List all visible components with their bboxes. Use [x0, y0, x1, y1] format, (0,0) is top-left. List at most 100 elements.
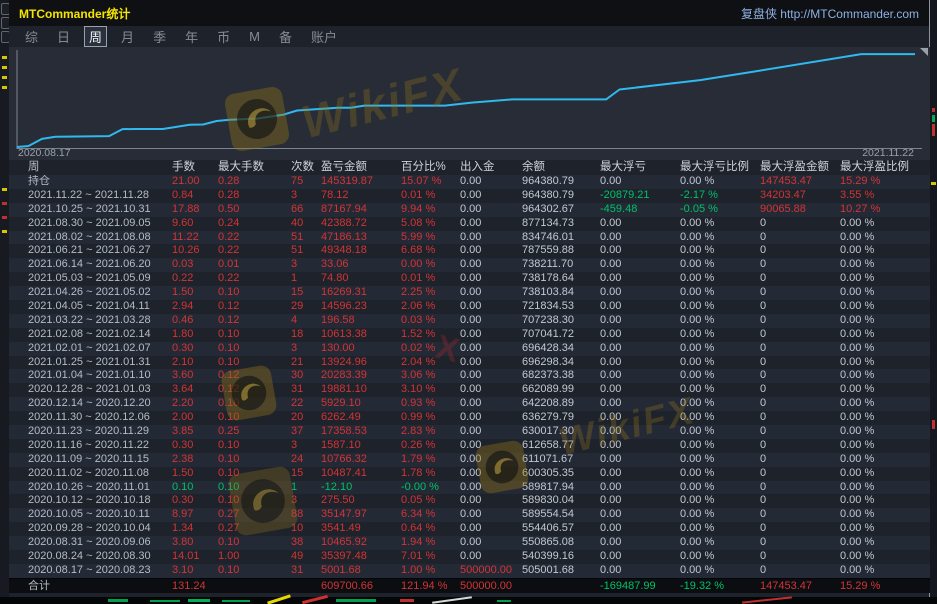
cell-max-float-loss-pct: 0.00 % — [680, 522, 760, 536]
cell-balance: 964380.79 — [522, 189, 600, 203]
screen: MTCommander统计 复盘侠 http://MTCommander.com… — [0, 0, 937, 604]
cell-period: 2021.01.04 ~ 2021.01.10 — [28, 369, 172, 383]
cell-percent: 2.25 % — [401, 286, 460, 300]
site-link[interactable]: 复盘侠 http://MTCommander.com — [741, 5, 919, 22]
cell-deposit: 0.00 — [460, 397, 522, 411]
cell-trades: 3 — [291, 342, 321, 356]
table-row[interactable]: 2020.11.16 ~ 2020.11.220.300.1031587.100… — [9, 439, 930, 453]
menu-item-m[interactable]: M — [244, 28, 265, 45]
cell-max-float-profit: 0 — [760, 328, 840, 342]
cell-deposit: 0.00 — [460, 231, 522, 245]
cell-pnl: 35147.97 — [321, 508, 401, 522]
cell-max-float-loss: 0.00 — [600, 286, 680, 300]
cell-max-float-profit: 0 — [760, 231, 840, 245]
cell-trades: 31 — [291, 564, 321, 578]
table-row[interactable]: 2020.11.30 ~ 2020.12.062.000.10206262.49… — [9, 411, 930, 425]
menu-item-currency[interactable]: 币 — [212, 26, 235, 47]
cell-max-float-profit-pct: 0.00 % — [840, 300, 922, 314]
menu-item-notes[interactable]: 备 — [274, 26, 297, 47]
menu-item-yearly[interactable]: 年 — [180, 26, 203, 47]
cell-pnl: 87167.94 — [321, 203, 401, 217]
table-row[interactable]: 2020.12.14 ~ 2020.12.202.200.10225929.10… — [9, 397, 930, 411]
cell-pnl: 33.06 — [321, 258, 401, 272]
cell-lots: 0.84 — [172, 189, 218, 203]
cell-lots: 2.94 — [172, 300, 218, 314]
cell-max-float-loss: 0.00 — [600, 397, 680, 411]
cell-percent: 1.00 % — [401, 564, 460, 578]
cell-max-float-loss: 0.00 — [600, 439, 680, 453]
table-row[interactable]: 2020.08.17 ~ 2020.08.233.100.10315001.68… — [9, 564, 930, 578]
table-row[interactable]: 持仓21.000.2875145319.8715.07 %0.00964380.… — [9, 175, 930, 189]
cell-balance: 589830.04 — [522, 494, 600, 508]
table-row[interactable]: 2020.10.05 ~ 2020.10.118.970.278835147.9… — [9, 508, 930, 522]
cell-lots: 131.24 — [172, 579, 218, 593]
cell-balance: 682373.38 — [522, 369, 600, 383]
cell-trades: 29 — [291, 300, 321, 314]
cell-max-float-loss: 0.00 — [600, 494, 680, 508]
cell-balance: 505001.68 — [522, 564, 600, 578]
cell-max-float-loss-pct: 0.00 % — [680, 231, 760, 245]
cell-period: 2021.01.25 ~ 2021.01.31 — [28, 356, 172, 370]
table-row[interactable]: 2020.09.28 ~ 2020.10.041.340.27103541.49… — [9, 522, 930, 536]
cell-max-lots: 0.50 — [218, 203, 291, 217]
menu-item-account[interactable]: 账户 — [306, 26, 342, 47]
cell-max-float-profit-pct: 0.00 % — [840, 564, 922, 578]
table-row[interactable]: 2021.01.04 ~ 2021.01.103.600.123020283.3… — [9, 369, 930, 383]
menu-item-weekly[interactable]: 周 — [84, 26, 107, 47]
cell-pnl: 19881.10 — [321, 383, 401, 397]
table-row[interactable]: 2021.03.22 ~ 2021.03.280.460.124196.580.… — [9, 314, 930, 328]
cell-percent: 0.26 % — [401, 439, 460, 453]
menu-item-summary[interactable]: 综 — [20, 26, 43, 47]
table-row[interactable]: 2020.12.28 ~ 2021.01.033.640.123119881.1… — [9, 383, 930, 397]
table-row[interactable]: 2020.11.02 ~ 2020.11.081.500.101510487.4… — [9, 467, 930, 481]
cell-balance: 630017.30 — [522, 425, 600, 439]
cell-balance: 834746.01 — [522, 231, 600, 245]
cell-deposit: 0.00 — [460, 175, 522, 189]
table-row[interactable]: 2021.04.05 ~ 2021.04.112.940.122914596.2… — [9, 300, 930, 314]
cell-max-float-loss-pct: 0.00 % — [680, 300, 760, 314]
table-row[interactable]: 2021.08.02 ~ 2021.08.0811.220.225147186.… — [9, 231, 930, 245]
cell-max-float-profit-pct: 0.00 % — [840, 342, 922, 356]
table-row[interactable]: 2021.10.25 ~ 2021.10.3117.880.506687167.… — [9, 203, 930, 217]
table-row[interactable]: 2020.11.23 ~ 2020.11.293.850.253717358.5… — [9, 425, 930, 439]
cell-max-float-loss: 0.00 — [600, 411, 680, 425]
table-row[interactable]: 2020.11.09 ~ 2020.11.152.380.102410766.3… — [9, 453, 930, 467]
background-fragment — [2, 188, 7, 191]
table-row[interactable]: 2021.08.30 ~ 2021.09.059.600.244042388.7… — [9, 217, 930, 231]
cell-deposit: 0.00 — [460, 550, 522, 564]
cell-trades: 3 — [291, 258, 321, 272]
cell-balance: 787559.88 — [522, 244, 600, 258]
background-fragment — [150, 600, 180, 602]
table-row[interactable]: 2021.02.08 ~ 2021.02.141.800.101810613.3… — [9, 328, 930, 342]
cell-max-float-profit-pct: 0.00 % — [840, 231, 922, 245]
table-row[interactable]: 2021.06.14 ~ 2021.06.200.030.01333.060.0… — [9, 258, 930, 272]
scroll-arrow-icon[interactable] — [920, 48, 928, 56]
table-row[interactable]: 2020.10.12 ~ 2020.10.180.300.103275.500.… — [9, 494, 930, 508]
table-row[interactable]: 2020.08.31 ~ 2020.09.063.800.103810465.9… — [9, 536, 930, 550]
menu-item-monthly[interactable]: 月 — [116, 26, 139, 47]
table-row[interactable]: 2021.05.03 ~ 2021.05.090.220.22174.800.0… — [9, 272, 930, 286]
table-header-row: 周手数最大手数次数盈亏金额百分比%出入金余额最大浮亏最大浮亏比例最大浮盈金额最大… — [9, 160, 930, 175]
cell-max-lots: 0.10 — [218, 356, 291, 370]
cell-max-lots: 0.10 — [218, 494, 291, 508]
cell-deposit: 0.00 — [460, 439, 522, 453]
cell-pnl: 78.12 — [321, 189, 401, 203]
table-row[interactable]: 2020.10.26 ~ 2020.11.010.100.101-12.10-0… — [9, 481, 930, 495]
cell-period: 2021.02.01 ~ 2021.02.07 — [28, 342, 172, 356]
cell-percent: 0.05 % — [401, 494, 460, 508]
cell-trades: 49 — [291, 550, 321, 564]
table-row[interactable]: 2020.08.24 ~ 2020.08.3014.011.004935397.… — [9, 550, 930, 564]
cell-deposit: 0.00 — [460, 494, 522, 508]
background-fragment — [108, 599, 128, 602]
table-row[interactable]: 2021.01.25 ~ 2021.01.312.100.102113924.9… — [9, 356, 930, 370]
cell-max-lots: 0.28 — [218, 175, 291, 189]
table-row[interactable]: 2021.04.26 ~ 2021.05.021.500.101516269.3… — [9, 286, 930, 300]
cell-max-float-loss-pct: 0.00 % — [680, 536, 760, 550]
table-row[interactable]: 2021.02.01 ~ 2021.02.070.300.103130.000.… — [9, 342, 930, 356]
table-row[interactable]: 2021.06.21 ~ 2021.06.2710.260.225149348.… — [9, 244, 930, 258]
menu-item-quarterly[interactable]: 季 — [148, 26, 171, 47]
cell-max-float-loss: 0.00 — [600, 300, 680, 314]
window-title: MTCommander统计 — [19, 5, 130, 22]
table-row[interactable]: 2021.11.22 ~ 2021.11.280.840.28378.120.0… — [9, 189, 930, 203]
menu-item-daily[interactable]: 日 — [52, 26, 75, 47]
